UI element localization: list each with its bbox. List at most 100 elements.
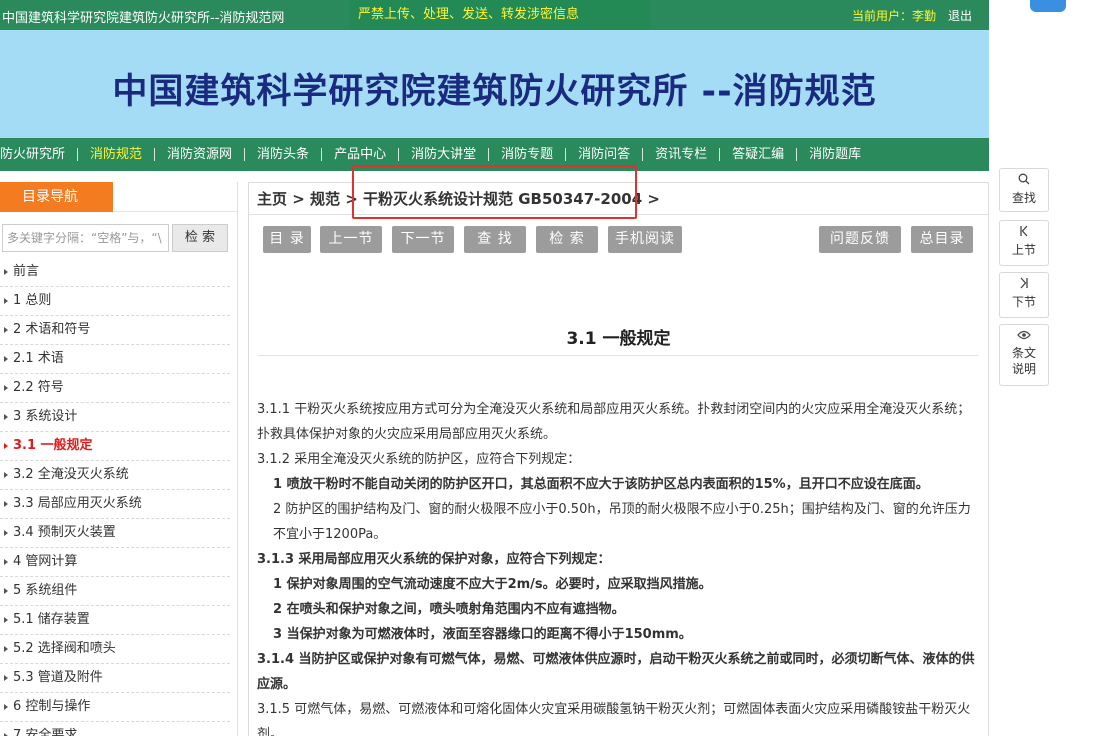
mobile-read-button[interactable]: 手机阅读 (608, 226, 682, 253)
article-paragraph: 3.1.4 当防护区或保护对象有可燃气体，易燃、可燃液体供应源时，启动干粉灭火系… (257, 652, 975, 692)
toc-item[interactable]: 6 控制与操作 (0, 693, 230, 722)
article-paragraph: 3 当保护对象为可燃液体时，液面至容器缘口的距离不得小于150mm。 (273, 627, 692, 642)
bullet-arrow-icon (4, 703, 8, 710)
toc-item-label: 前言 (13, 264, 40, 279)
toc-item[interactable]: 2.1 术语 (0, 345, 230, 374)
toc-item-label: 5.1 储存装置 (13, 612, 90, 627)
find-button[interactable]: 查 找 (464, 226, 526, 253)
article-paragraph: 3.1.5 可燃气体，易燃、可燃液体和可熔化固体火灾宜采用碳酸氢钠干粉灭火剂；可… (257, 702, 971, 736)
toc-item-label: 2.1 术语 (13, 351, 64, 366)
toc-item-label: 5.2 选择阀和喷头 (13, 641, 116, 656)
toc-item[interactable]: 3.2 全淹没灭火系统 (0, 461, 230, 490)
toc-item-label: 4 管网计算 (13, 554, 78, 569)
feedback-button[interactable]: 问题反馈 (819, 226, 901, 253)
toc-item[interactable]: 2.2 符号 (0, 374, 230, 403)
nav-item[interactable]: 消防资源网 (155, 138, 244, 171)
site-name[interactable]: 中国建筑科学研究院建筑防火研究所--消防规范网 (2, 7, 284, 26)
float-explain-button[interactable]: 条文说明 (999, 324, 1049, 386)
bullet-arrow-icon (4, 645, 8, 652)
toc-item-label: 2.2 符号 (13, 380, 64, 395)
next-section-icon (1000, 277, 1048, 294)
search-button[interactable]: 检 索 (536, 226, 598, 253)
bullet-arrow-icon (4, 674, 8, 681)
nav-item[interactable]: 消防题库 (797, 138, 873, 171)
bullet-arrow-icon (4, 355, 8, 362)
toc-item-label: 5.3 管道及附件 (13, 670, 103, 685)
bullet-arrow-icon (4, 732, 8, 736)
bullet-arrow-icon (4, 268, 8, 275)
article-paragraph: 1 喷放干粉时不能自动关闭的防护区开口，其总面积不应大于该防护区总内表面积的15… (273, 477, 929, 492)
nav-item[interactable]: 答疑汇编 (720, 138, 796, 171)
logout-link[interactable]: 退出 (948, 7, 972, 24)
bullet-arrow-icon (4, 587, 8, 594)
prev-section-button[interactable]: 上一节 (320, 226, 382, 253)
toc-item[interactable]: 7 安全要求 (0, 722, 230, 736)
toc-item[interactable]: 5 系统组件 (0, 577, 230, 606)
section-title-divider (258, 355, 978, 356)
article-paragraph: 1 保护对象周围的空气流动速度不应大于2m/s。必要时，应采取挡风措施。 (273, 577, 712, 592)
red-highlight-box (352, 165, 637, 219)
article-paragraph: 3.1.3 采用局部应用灭火系统的保护对象，应符合下列规定： (257, 552, 611, 567)
toc-item-label: 3.4 预制灭火装置 (13, 525, 116, 540)
bullet-arrow-icon (4, 500, 8, 507)
prev-section-icon (1000, 225, 1048, 242)
toc-item[interactable]: 前言 (0, 258, 230, 287)
toc-header: 目录导航 (0, 182, 113, 212)
toc-item[interactable]: 5.3 管道及附件 (0, 664, 230, 693)
all-catalog-button[interactable]: 总目录 (911, 226, 973, 253)
bullet-arrow-icon (4, 326, 8, 333)
article-paragraph: 3.1.1 干粉灭火系统按应用方式可分为全淹没灭火系统和局部应用灭火系统。扑救封… (257, 402, 971, 442)
top-bar: 中国建筑科学研究院建筑防火研究所--消防规范网 严禁上传、处理、发送、转发涉密信… (0, 0, 989, 30)
bullet-arrow-icon (4, 413, 8, 420)
float-next-label: 下节 (1011, 295, 1036, 309)
nav-item[interactable]: 防火研究所 (0, 138, 77, 171)
nav-item[interactable]: 消防规范 (78, 138, 154, 171)
article-paragraph: 2 在喷头和保护对象之间，喷头喷射角范围内不应有遮挡物。 (273, 602, 625, 617)
toc-item-label: 1 总则 (13, 293, 52, 308)
site-banner: 中国建筑科学研究院建筑防火研究所 --消防规范 (0, 30, 989, 138)
bullet-arrow-icon (4, 384, 8, 391)
nav-item[interactable]: 消防头条 (245, 138, 321, 171)
toc-item[interactable]: 3.1 一般规定 (0, 432, 230, 461)
nav-item[interactable]: 资讯专栏 (643, 138, 719, 171)
article-paragraph: 3.1.2 采用全淹没灭火系统的防护区，应符合下列规定： (257, 452, 581, 467)
toc-item[interactable]: 3.3 局部应用灭火系统 (0, 490, 230, 519)
toc-item[interactable]: 5.1 储存装置 (0, 606, 230, 635)
toc-header-underline (113, 211, 237, 212)
bullet-arrow-icon (4, 471, 8, 478)
bullet-arrow-icon (4, 529, 8, 536)
float-explain-label: 条文说明 (1011, 346, 1036, 376)
toc-item-label: 7 安全要求 (13, 728, 78, 736)
keyword-search-input[interactable]: 多关键字分隔：“空格”与，“\ (2, 224, 169, 252)
toc-item-label: 3.1 一般规定 (13, 438, 93, 453)
current-user[interactable]: 当前用户：李勤 (852, 7, 936, 24)
bullet-arrow-icon (4, 297, 8, 304)
toc-item[interactable]: 5.2 选择阀和喷头 (0, 635, 230, 664)
toc-item[interactable]: 2 术语和符号 (0, 316, 230, 345)
next-section-button[interactable]: 下一节 (392, 226, 454, 253)
toc-item-label: 6 控制与操作 (13, 699, 91, 714)
bullet-arrow-icon (4, 616, 8, 623)
toc-item-label: 3 系统设计 (13, 409, 78, 424)
keyword-search-button[interactable]: 检 索 (172, 224, 228, 252)
security-warning: 严禁上传、处理、发送、转发涉密信息 (350, 0, 650, 30)
toc-item[interactable]: 3 系统设计 (0, 403, 230, 432)
float-find-button[interactable]: 查找 (999, 168, 1049, 212)
catalog-button[interactable]: 目 录 (263, 226, 311, 253)
bullet-arrow-icon (4, 558, 8, 565)
browser-extension-tab[interactable] (1030, 0, 1066, 12)
float-next-button[interactable]: 下节 (999, 272, 1049, 318)
bullet-arrow-icon (4, 442, 8, 449)
search-icon (1000, 173, 1048, 190)
toc-item[interactable]: 1 总则 (0, 287, 230, 316)
eye-icon (1000, 329, 1048, 345)
sidebar-divider (237, 182, 238, 736)
article-paragraph: 2 防护区的围护结构及门、窗的耐火极限不应小于0.50h，吊顶的耐火极限不应小于… (273, 502, 971, 542)
toc-item-label: 2 术语和符号 (13, 322, 91, 337)
toc-item[interactable]: 4 管网计算 (0, 548, 230, 577)
toc-item[interactable]: 3.4 预制灭火装置 (0, 519, 230, 548)
section-title: 3.1 一般规定 (566, 329, 671, 349)
banner-title: 中国建筑科学研究院建筑防火研究所 --消防规范 (112, 72, 877, 112)
float-prev-button[interactable]: 上节 (999, 220, 1049, 266)
float-prev-label: 上节 (1011, 243, 1036, 257)
